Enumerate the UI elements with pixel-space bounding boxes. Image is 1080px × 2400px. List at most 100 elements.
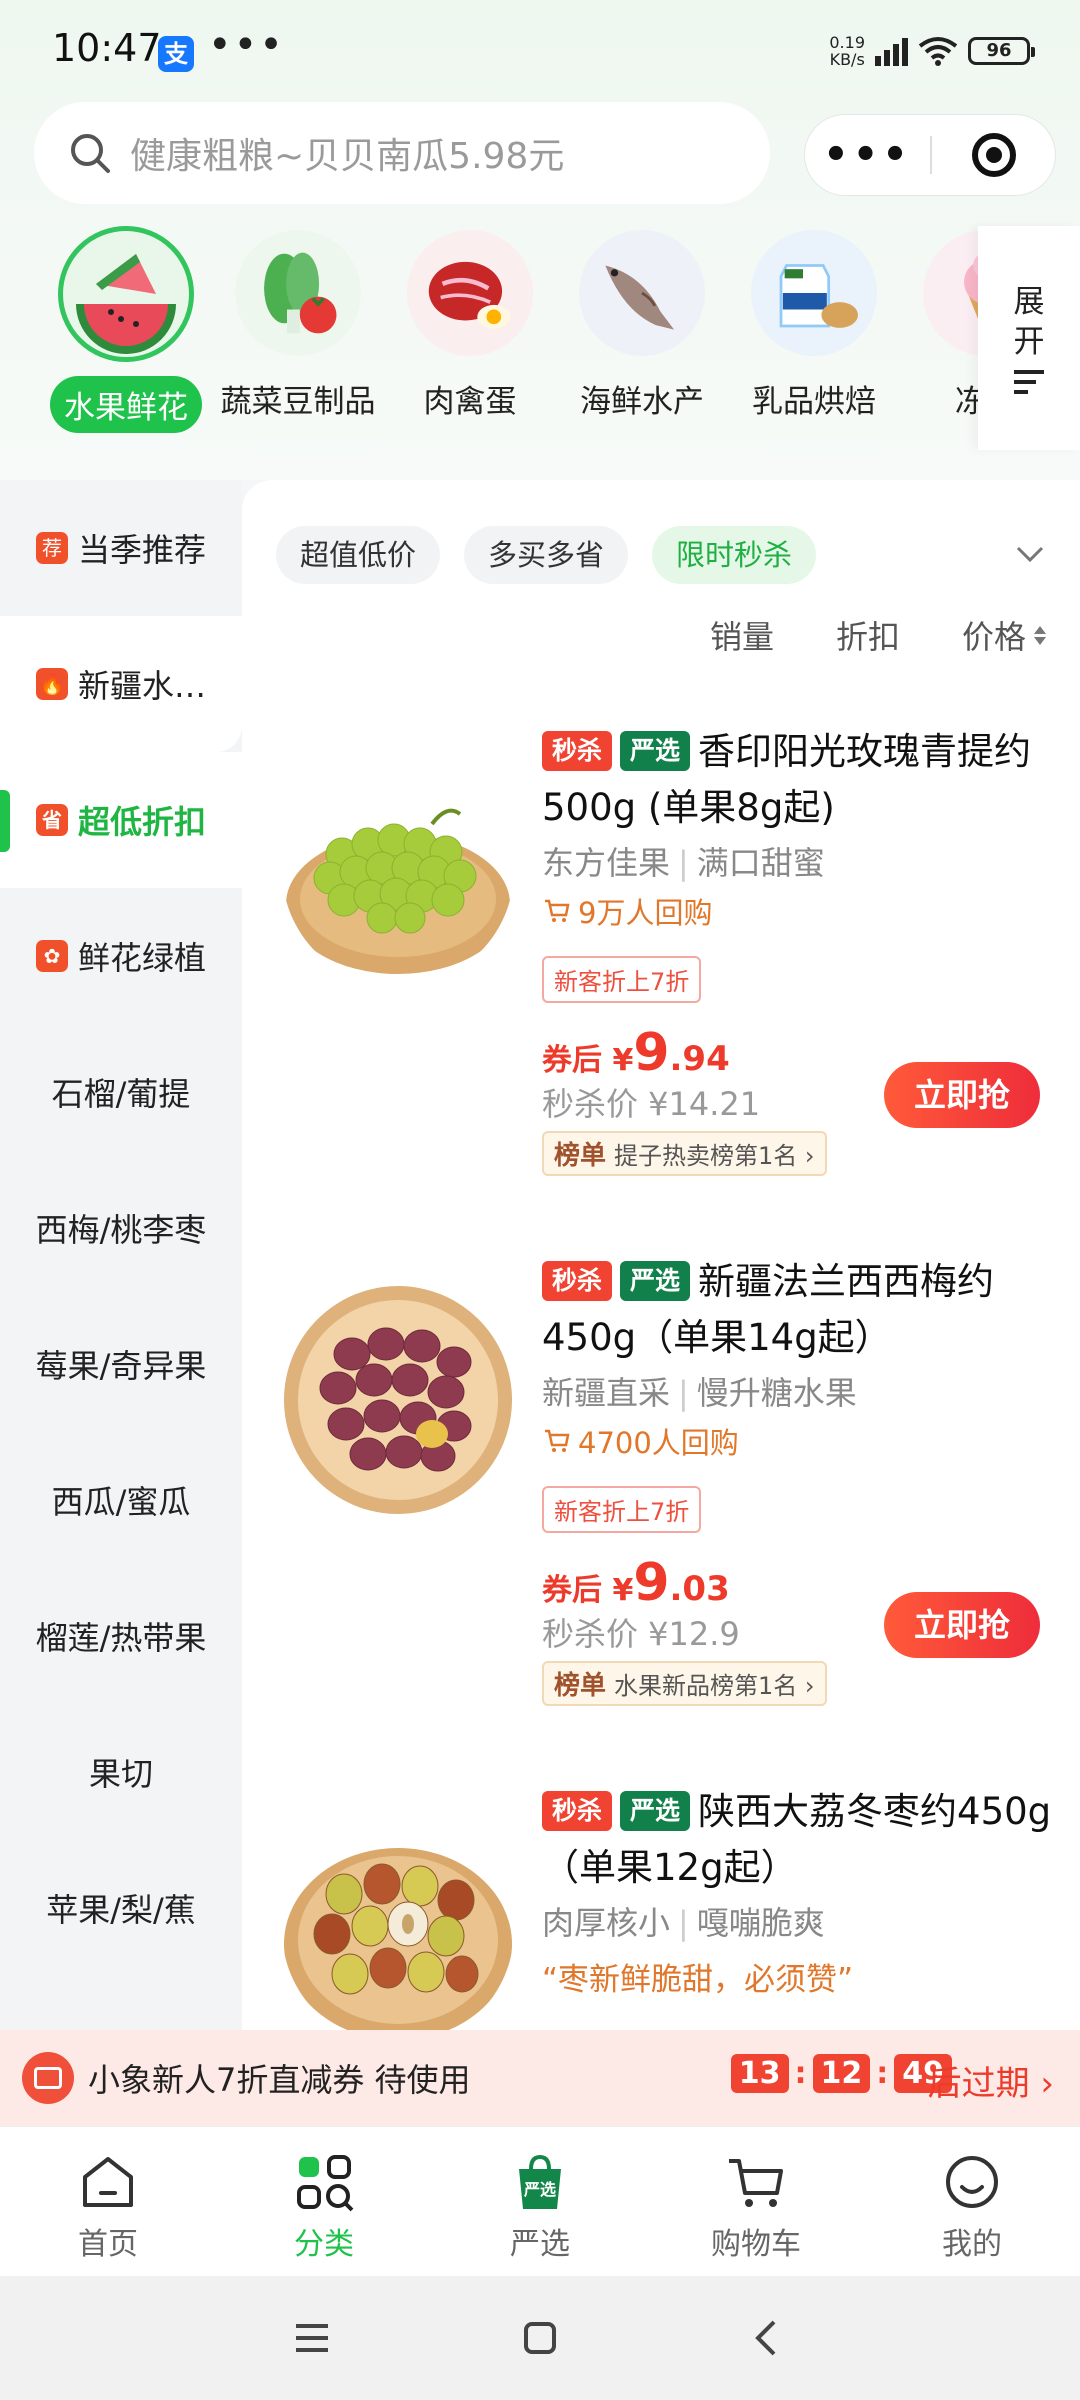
sidebar-item-discount[interactable]: 省超低折扣 — [0, 752, 242, 888]
cart-mini-icon — [545, 1429, 570, 1452]
yanxuan-badge: 严选 — [620, 731, 691, 771]
category-label: 海鲜水产 — [580, 384, 704, 420]
product-card[interactable]: 秒杀 严选 香印阳光玫瑰青提约500g (单果8g起) 东方佳果 | 满口甜蜜 9万人回… — [242, 724, 1080, 1244]
product-tags: 东方佳果 | 满口甜蜜 — [542, 844, 825, 882]
tab-category[interactable]: 分类 — [216, 2127, 432, 2276]
flash-sale-badge: 秒杀 — [542, 731, 613, 771]
category-frozen[interactable]: 冻品 — [900, 226, 980, 446]
category-icon — [297, 2155, 354, 2212]
home-square-icon[interactable] — [516, 2314, 564, 2362]
tab-profile[interactable]: 我的 — [864, 2127, 1080, 2276]
sort-price[interactable]: 价格 — [962, 612, 1046, 658]
product-info: 秒杀 严选 陕西大荔冬枣约450g（单果12g起） 肉厚核小 | 嘎嘣脆爽 “枣新鲜脆甜… — [542, 1784, 1062, 1999]
back-icon[interactable] — [744, 2314, 792, 2362]
sidebar-item-pomegranate-grape[interactable]: 石榴/葡提 — [0, 1024, 242, 1160]
home-icon — [83, 2157, 133, 2207]
sidebar-item-durian-tropical[interactable]: 榴莲/热带果 — [0, 1568, 242, 1704]
signal-icon — [875, 36, 908, 66]
chevron-down-icon[interactable] — [1012, 536, 1048, 572]
tab-yanxuan[interactable]: 严选 严选 — [432, 2127, 648, 2276]
sidebar-item-plum-peach[interactable]: 西梅/桃李枣 — [0, 1160, 242, 1296]
sidebar-item-flowers[interactable]: ✿ 鲜花绿植 — [0, 888, 242, 1024]
sort-arrows-icon — [1034, 625, 1046, 645]
category-label: 乳品烘焙 — [752, 384, 876, 420]
sort-discount[interactable]: 折扣 — [836, 612, 900, 658]
fire-icon: 🔥 — [35, 668, 68, 700]
chip-flash-sale[interactable]: 限时秒杀 — [652, 526, 817, 584]
tab-cart[interactable]: 购物车 — [648, 2127, 864, 2276]
svg-text:严选: 严选 — [523, 2180, 556, 2199]
system-navigation-bar — [0, 2276, 1080, 2400]
watermelon-icon — [58, 226, 194, 362]
sidebar-item-berry-kiwi[interactable]: 莓果/奇异果 — [0, 1296, 242, 1432]
product-tags: 肉厚核小 | 嘎嘣脆爽 — [542, 1904, 825, 1942]
filter-chips: 超值低价 多买多省 限时秒杀 — [276, 526, 817, 584]
flash-sale-badge: 秒杀 — [542, 1261, 613, 1301]
expand-categories-button[interactable]: 展 开 — [978, 226, 1080, 450]
meat-icon — [407, 230, 533, 356]
sidebar-item-cut-fruit[interactable]: 果切 — [0, 1704, 242, 1840]
more-options-button[interactable]: ••• — [805, 132, 930, 178]
sidebar-item-xinjiang[interactable]: 🔥 新疆水… — [0, 616, 242, 752]
product-tags: 新疆直采 | 慢升糖水果 — [542, 1374, 857, 1412]
icecream-icon — [923, 230, 980, 356]
buy-now-button[interactable]: 立即抢 — [884, 1592, 1040, 1658]
yanxuan-badge: 严选 — [620, 1261, 691, 1301]
category-label: 冻品 — [955, 384, 980, 420]
category-vegetables[interactable]: 蔬菜豆制品 — [212, 226, 384, 446]
coupon-icon — [22, 2052, 74, 2104]
category-label: 肉禽蛋 — [423, 384, 517, 420]
product-review-quote: “枣新鲜脆甜，必须赞” — [542, 1962, 854, 1998]
rank-badge[interactable]: 榜单 水果新品榜第1名 › — [542, 1661, 827, 1706]
yanxuan-badge: 严选 — [620, 1791, 691, 1831]
list-icon — [1014, 370, 1044, 400]
search-bar[interactable]: 健康粗粮~贝贝南瓜5.98元 — [34, 102, 770, 204]
target-icon — [971, 133, 1016, 177]
category-strip: 水果鲜花 蔬菜豆制品 肉禽蛋 海鲜水产 乳品烘焙 冻品 — [0, 226, 980, 446]
category-label: 水果鲜花 — [50, 376, 202, 433]
product-card[interactable]: 秒杀 严选 新疆法兰西西梅约450g（单果14g起） 新疆直采 | 慢升糖水果 4700… — [242, 1254, 1080, 1774]
category-label: 蔬菜豆制品 — [220, 384, 376, 420]
expand-label: 开 — [1013, 324, 1045, 360]
category-seafood[interactable]: 海鲜水产 — [556, 226, 728, 446]
yanxuan-bag-icon: 严选 — [519, 2154, 561, 2209]
chip-fade — [942, 510, 1080, 600]
coupon-expire-link[interactable]: 后过期 › — [928, 2056, 1054, 2105]
product-title: 秒杀 严选 陕西大荔冬枣约450g（单果12g起） — [542, 1790, 1052, 1889]
category-meat[interactable]: 肉禽蛋 — [384, 226, 556, 446]
wifi-icon — [918, 37, 958, 66]
product-panel: 超值低价 多买多省 限时秒杀 销量 折扣 价格 秒杀 严选 香印阳光玫瑰青提约500… — [242, 480, 1080, 2030]
sidebar-item-seasonal[interactable]: 荐当季推荐 — [0, 480, 242, 616]
battery-icon: 96 — [968, 37, 1035, 65]
category-fruit[interactable]: 水果鲜花 — [40, 226, 212, 446]
search-icon — [71, 134, 110, 173]
product-image-plums — [282, 1284, 514, 1516]
flash-sale-badge: 秒杀 — [542, 1791, 613, 1831]
bottom-tab-bar: 首页 分类 严选 严选 购物车 我的 — [0, 2126, 1080, 2276]
repurchase-count: 4700人回购 — [542, 1420, 1062, 1462]
rank-badge[interactable]: 榜单 提子热卖榜第1名 › — [542, 1131, 827, 1176]
network-speed: 0.19 KB/s — [829, 33, 865, 69]
save-tag-icon: 省 — [35, 804, 68, 836]
chip-low-price[interactable]: 超值低价 — [276, 526, 441, 584]
sidebar-item-melon[interactable]: 西瓜/蜜瓜 — [0, 1432, 242, 1568]
tab-home[interactable]: 首页 — [0, 2127, 216, 2276]
new-user-coupon-bar[interactable]: 小象新人7折直减券 待使用 13:12:49 后过期 › — [0, 2030, 1080, 2126]
buy-now-button[interactable]: 立即抢 — [884, 1062, 1040, 1128]
product-card[interactable]: 秒杀 严选 陕西大荔冬枣约450g（单果12g起） 肉厚核小 | 嘎嘣脆爽 “枣新鲜脆甜… — [242, 1784, 1080, 2030]
fish-icon — [579, 230, 705, 356]
status-bar: 10:47 支 ••• 0.19 KB/s 96 — [0, 0, 1080, 100]
sort-bar: 销量 折扣 价格 — [710, 612, 1046, 658]
subcategory-sidebar: 荐当季推荐 🔥 新疆水… 省超低折扣 ✿ 鲜花绿植 石榴/葡提 西梅/桃李枣 莓果/… — [0, 480, 242, 2030]
expand-label: 展 — [1013, 284, 1045, 320]
sidebar-item-apple-pear-banana[interactable]: 苹果/梨/蕉 — [0, 1840, 242, 1976]
category-dairy[interactable]: 乳品烘焙 — [728, 226, 900, 446]
new-customer-coupon-tag: 新客折上7折 — [542, 1486, 702, 1533]
profile-icon — [946, 2156, 998, 2208]
close-miniapp-button[interactable] — [932, 133, 1055, 177]
sort-sales[interactable]: 销量 — [710, 612, 774, 658]
product-image-grapes — [282, 754, 514, 986]
flower-icon: ✿ — [35, 940, 68, 972]
chip-multi-save[interactable]: 多买多省 — [464, 526, 629, 584]
menu-icon[interactable] — [288, 2314, 336, 2362]
